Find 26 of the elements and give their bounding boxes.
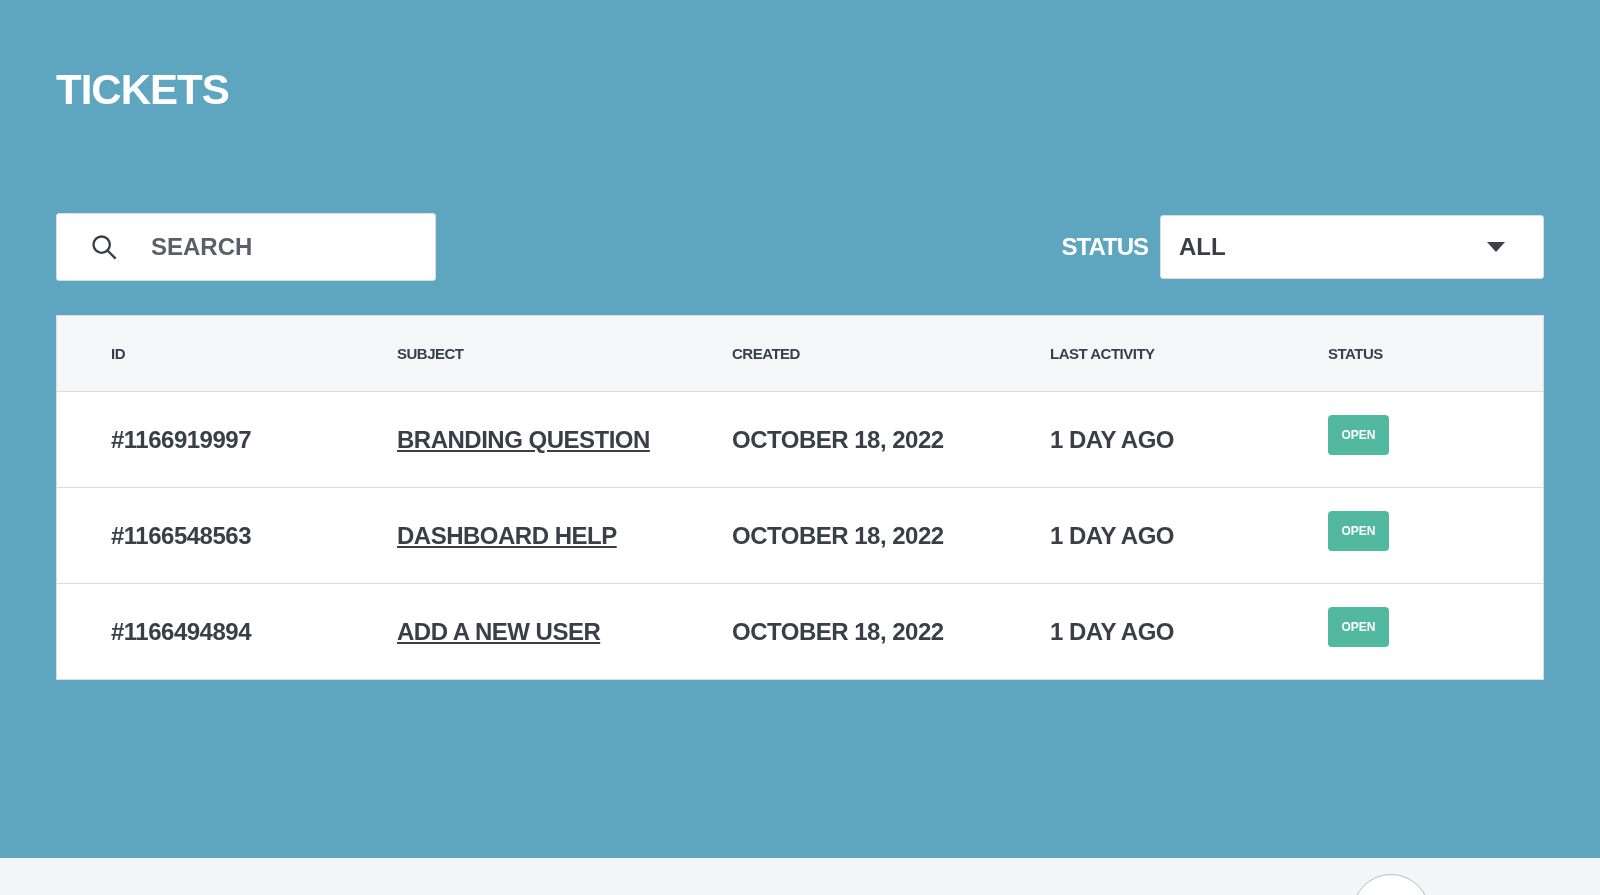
last-activity: 1 DAY AGO [1050, 521, 1175, 550]
column-header: SUBJECT [397, 345, 465, 362]
status-badge: OPEN [1328, 414, 1389, 455]
last-activity: 1 DAY AGO [1050, 425, 1175, 454]
status-label: STATUS [1061, 233, 1148, 261]
created-date: OCTOBER 18, 2022 [732, 521, 945, 550]
subject-link[interactable]: DASHBOARD HELP [397, 521, 617, 549]
status-badge: OPEN [1328, 510, 1389, 551]
status-badge: OPEN [1328, 606, 1389, 647]
search-field[interactable]: SEARCH [56, 213, 436, 281]
column-header: CREATED [732, 345, 801, 362]
ticket-id: #1166548563 [111, 521, 252, 550]
search-icon [90, 233, 118, 261]
status-dropdown[interactable]: ALL [1160, 215, 1544, 279]
created-date: OCTOBER 18, 2022 [732, 617, 945, 646]
column-header: LAST ACTIVITY [1050, 345, 1156, 362]
page-title: TICKETS [56, 65, 230, 115]
ticket-id: #1166919997 [111, 425, 252, 454]
column-header: STATUS [1328, 345, 1384, 362]
subject-link[interactable]: ADD A NEW USER [397, 617, 601, 645]
caret-icon [1487, 242, 1505, 252]
subject-link[interactable]: BRANDING QUESTION [397, 425, 650, 453]
column-header: ID [111, 345, 126, 362]
ticket-id: #1166494894 [111, 617, 253, 646]
last-activity: 1 DAY AGO [1050, 617, 1175, 646]
created-date: OCTOBER 18, 2022 [732, 425, 945, 454]
